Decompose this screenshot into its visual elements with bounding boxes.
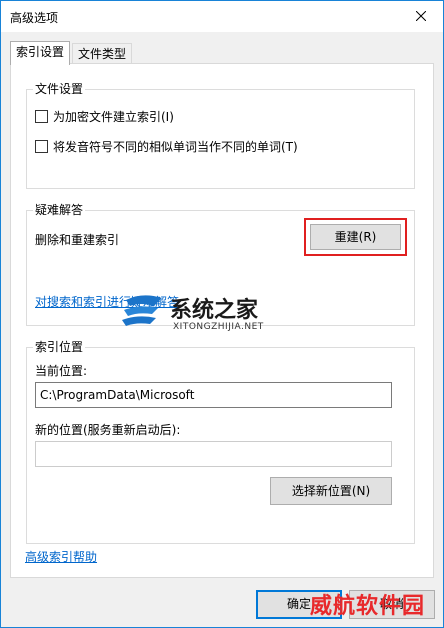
advanced-indexing-help-link[interactable]: 高级索引帮助 xyxy=(25,548,97,565)
tab-index-settings[interactable]: 索引设置 xyxy=(10,41,71,65)
encrypted-files-option[interactable]: 为加密文件建立索引(I) xyxy=(35,108,174,125)
diacritics-checkbox[interactable] xyxy=(35,140,48,153)
site-watermark: 系统之家 XITONGZHIJIA.NET xyxy=(118,292,318,336)
select-new-location-button[interactable]: 选择新位置(N) xyxy=(270,477,392,505)
encrypted-files-checkbox[interactable] xyxy=(35,110,48,123)
site-logo-icon xyxy=(122,295,162,326)
corner-watermark: 威航软件园 xyxy=(310,588,425,622)
close-button[interactable] xyxy=(399,1,443,31)
new-location-label: 新的位置(服务重新启动后): xyxy=(35,423,181,437)
corner-watermark-text: 威航软件园 xyxy=(310,593,426,619)
file-settings-legend: 文件设置 xyxy=(33,82,86,96)
index-location-group: 索引位置 当前位置: C:\ProgramData\Microsoft 新的位置… xyxy=(26,340,415,544)
site-watermark-name: 系统之家 xyxy=(170,297,259,323)
rebuild-button[interactable]: 重建(R) xyxy=(310,224,401,250)
new-location-field[interactable] xyxy=(35,441,392,467)
current-location-field[interactable]: C:\ProgramData\Microsoft xyxy=(35,382,392,408)
index-location-legend: 索引位置 xyxy=(33,340,86,354)
diacritics-label: 将发音符号不同的相似单词当作不同的单词(T) xyxy=(53,140,298,154)
file-settings-group: 文件设置 为加密文件建立索引(I) 将发音符号不同的相似单词当作不同的单词(T) xyxy=(26,82,415,189)
tab-file-types[interactable]: 文件类型 xyxy=(72,43,133,64)
site-watermark-url: XITONGZHIJIA.NET xyxy=(173,322,264,332)
title-bar: 高级选项 xyxy=(1,1,443,32)
troubleshooting-legend: 疑难解答 xyxy=(33,203,86,217)
diacritics-option[interactable]: 将发音符号不同的相似单词当作不同的单词(T) xyxy=(35,138,298,155)
current-location-label: 当前位置: xyxy=(35,364,88,378)
encrypted-files-label: 为加密文件建立索引(I) xyxy=(53,110,174,124)
window-title: 高级选项 xyxy=(10,11,59,25)
rebuild-description: 删除和重建索引 xyxy=(35,233,120,247)
close-icon xyxy=(416,11,426,21)
